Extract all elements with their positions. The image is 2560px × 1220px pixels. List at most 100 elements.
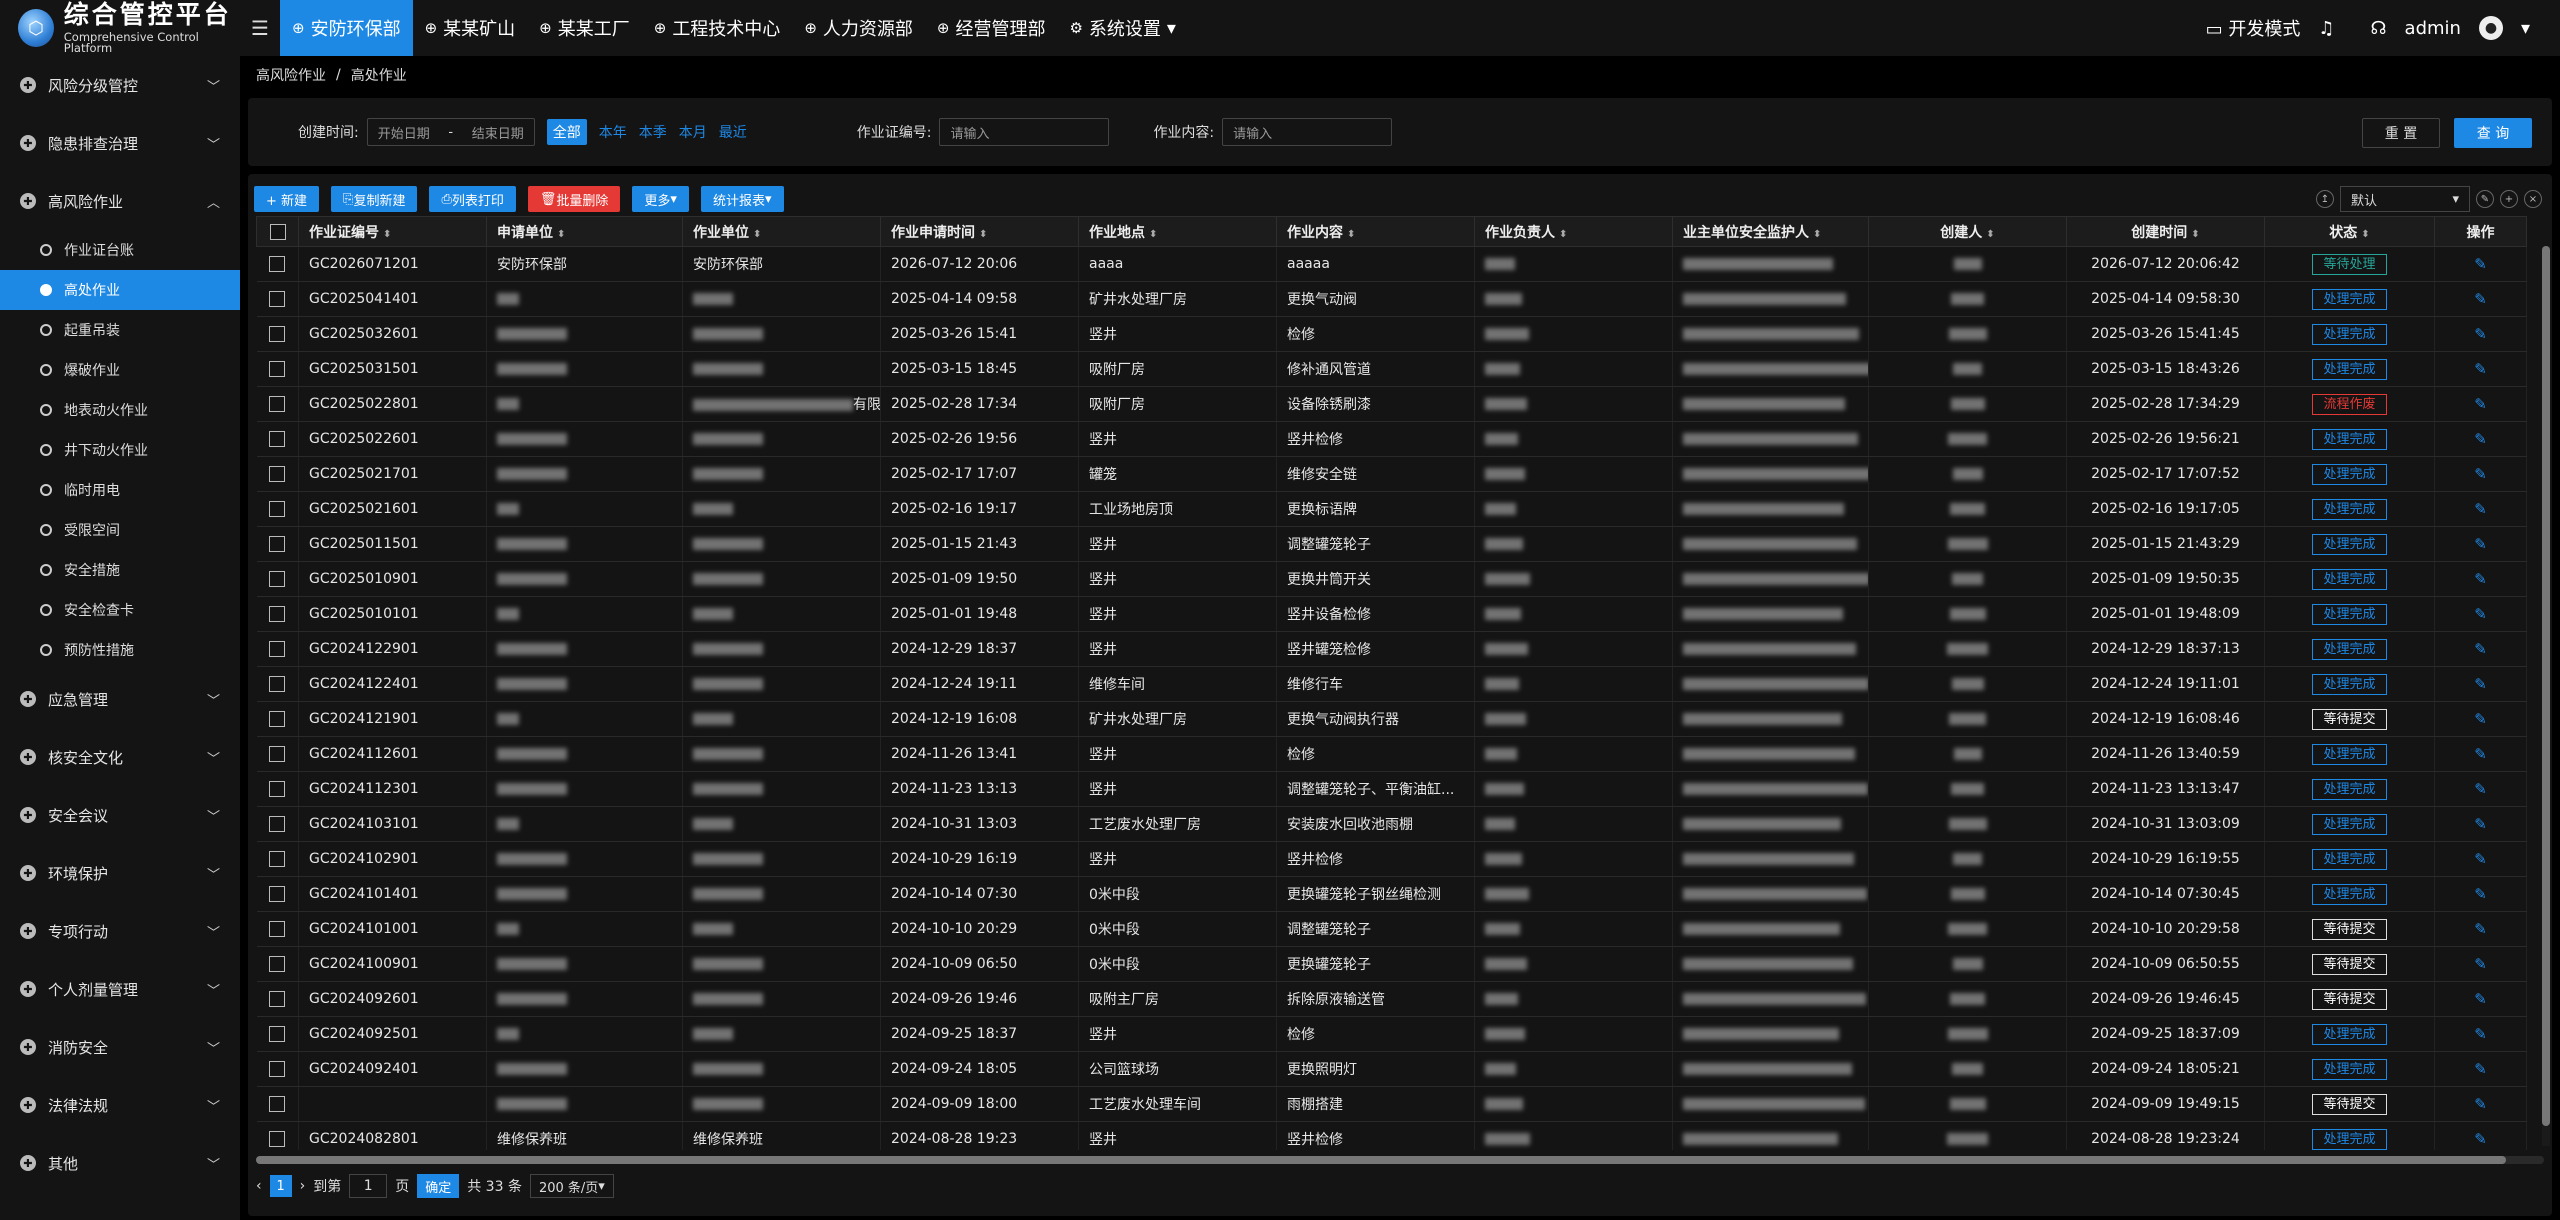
- row-checkbox-cell[interactable]: [256, 946, 299, 982]
- goto-confirm-button[interactable]: 确定: [417, 1174, 460, 1198]
- edit-icon[interactable]: ✎: [2474, 1130, 2487, 1148]
- edit-icon[interactable]: ✎: [2474, 640, 2487, 658]
- edit-icon[interactable]: ✎: [2474, 780, 2487, 798]
- sidebar-item[interactable]: ✚ 隐患排查治理 ﹀: [0, 114, 240, 172]
- goto-page-input[interactable]: 1: [349, 1174, 388, 1198]
- horizontal-scrollbar[interactable]: [256, 1156, 2544, 1164]
- edit-icon[interactable]: ✎: [2474, 990, 2487, 1008]
- table-row[interactable]: GC2024092401 2024-09-24 18:05 公司篮球场 更换照明灯 20…: [256, 1051, 2527, 1087]
- vertical-scrollbar[interactable]: [2542, 246, 2550, 1146]
- cert-no-input[interactable]: 请输入: [939, 118, 1110, 146]
- column-header[interactable]: 作业地点 ⬍: [1078, 216, 1277, 247]
- column-header[interactable]: 状态 ⬍: [2264, 216, 2435, 247]
- checkbox[interactable]: [269, 606, 286, 622]
- row-checkbox-cell[interactable]: [256, 771, 299, 807]
- sidebar-subitem[interactable]: 起重吊装: [0, 310, 240, 350]
- sort-icon[interactable]: ⬍: [557, 229, 565, 240]
- next-page-icon[interactable]: ›: [300, 1178, 306, 1194]
- table-row[interactable]: GC2025021601 2025-02-16 19:17 工业场地房顶 更换标语牌 2…: [256, 491, 2527, 527]
- sidebar-subitem[interactable]: 安全措施: [0, 550, 240, 590]
- edit-icon[interactable]: ✎: [2474, 290, 2487, 308]
- nav-item-1[interactable]: ⊕ 某某矿山: [413, 0, 528, 56]
- column-header[interactable]: 申请单位 ⬍: [486, 216, 683, 247]
- avatar[interactable]: ●: [2478, 16, 2503, 40]
- row-checkbox-cell[interactable]: [256, 1121, 299, 1150]
- edit-icon[interactable]: ✎: [2474, 675, 2487, 693]
- row-checkbox-cell[interactable]: [256, 841, 299, 877]
- sort-icon[interactable]: ⬍: [979, 229, 987, 240]
- column-header[interactable]: 作业负责人 ⬍: [1474, 216, 1673, 247]
- table-row[interactable]: GC2024122401 2024-12-24 19:11 维修车间 维修行车 2024…: [256, 666, 2527, 702]
- column-header[interactable]: 作业证编号 ⬍: [298, 216, 487, 247]
- page-size-select[interactable]: 200 条/页 ▾: [529, 1174, 614, 1198]
- view-select[interactable]: 默认 ▾: [2340, 186, 2470, 212]
- table-row[interactable]: GC2024121901 2024-12-19 16:08 矿井水处理厂房 更换气动阀…: [256, 701, 2527, 737]
- row-checkbox-cell[interactable]: [256, 1016, 299, 1052]
- table-row[interactable]: GC2024092501 2024-09-25 18:37 竖井 检修 2024-09-…: [256, 1016, 2527, 1052]
- checkbox[interactable]: [269, 886, 286, 902]
- checkbox[interactable]: [269, 223, 286, 240]
- edit-icon[interactable]: ✎: [2474, 745, 2487, 763]
- checkbox[interactable]: [269, 746, 286, 762]
- edit-icon[interactable]: ✎: [2474, 1025, 2487, 1043]
- table-row[interactable]: GC2024101001 2024-10-10 20:29 0米中段 调整罐笼轮子 20…: [256, 911, 2527, 947]
- menu-fold-icon[interactable]: ☰: [240, 0, 280, 56]
- edit-view-icon[interactable]: ✎: [2476, 190, 2494, 208]
- checkbox[interactable]: [269, 256, 286, 272]
- edit-icon[interactable]: ✎: [2474, 885, 2487, 903]
- edit-icon[interactable]: ✎: [2474, 430, 2487, 448]
- sidebar-item[interactable]: ✚ 核安全文化 ﹀: [0, 728, 240, 786]
- more-button[interactable]: 更多 ▾: [632, 186, 689, 212]
- quick-range-option[interactable]: 本年: [599, 122, 627, 142]
- sort-icon[interactable]: ⬍: [1347, 229, 1355, 240]
- checkbox[interactable]: [269, 641, 286, 657]
- column-header[interactable]: 作业单位 ⬍: [682, 216, 881, 247]
- checkbox[interactable]: [269, 851, 286, 867]
- sort-icon[interactable]: ⬍: [1813, 229, 1821, 240]
- user-name[interactable]: admin: [2405, 18, 2461, 39]
- nav-item-0[interactable]: ⊕ 安防环保部: [280, 0, 413, 56]
- query-button[interactable]: 查 询: [2454, 118, 2532, 148]
- table-row[interactable]: GC2026071201 安防环保部 安防环保部 2026-07-12 20:06 aa…: [256, 246, 2527, 282]
- edit-icon[interactable]: ✎: [2474, 395, 2487, 413]
- breadcrumb-root[interactable]: 高风险作业: [256, 65, 326, 85]
- sidebar-item[interactable]: ✚ 法律法规 ﹀: [0, 1076, 240, 1134]
- sidebar-subitem[interactable]: 安全检查卡: [0, 590, 240, 630]
- table-row[interactable]: GC2024112601 2024-11-26 13:41 竖井 检修 2024-11-…: [256, 736, 2527, 772]
- close-view-icon[interactable]: ×: [2524, 190, 2542, 208]
- checkbox[interactable]: [269, 1131, 286, 1147]
- row-checkbox-cell[interactable]: [256, 876, 299, 912]
- table-row[interactable]: GC2024122901 2024-12-29 18:37 竖井 竖井罐笼检修 2024…: [256, 631, 2527, 667]
- table-row[interactable]: GC2025031501 2025-03-15 18:45 吸附厂房 修补通风管道 20…: [256, 351, 2527, 387]
- row-checkbox-cell[interactable]: [256, 981, 299, 1017]
- edit-icon[interactable]: ✎: [2474, 360, 2487, 378]
- row-checkbox-cell[interactable]: [256, 631, 299, 667]
- row-checkbox-cell[interactable]: [256, 596, 299, 632]
- nav-item-4[interactable]: ⊕ 人力资源部: [792, 0, 925, 56]
- sort-icon[interactable]: ⬍: [753, 229, 761, 240]
- headset-icon[interactable]: ☊: [2371, 18, 2387, 39]
- prev-page-icon[interactable]: ‹: [256, 1178, 262, 1194]
- column-header[interactable]: 作业申请时间 ⬍: [880, 216, 1079, 247]
- bell-icon[interactable]: ♫: [2318, 18, 2334, 39]
- quick-range-option[interactable]: 最近: [719, 122, 747, 142]
- checkbox[interactable]: [269, 431, 286, 447]
- sidebar-subitem[interactable]: 受限空间: [0, 510, 240, 550]
- sidebar-item[interactable]: ✚ 专项行动 ﹀: [0, 902, 240, 960]
- edit-icon[interactable]: ✎: [2474, 535, 2487, 553]
- page-number[interactable]: 1: [269, 1175, 292, 1197]
- sidebar-item[interactable]: ✚ 风险分级管控 ﹀: [0, 56, 240, 114]
- quick-range-option[interactable]: 本季: [639, 122, 667, 142]
- row-checkbox-cell[interactable]: [256, 421, 299, 457]
- checkbox[interactable]: [269, 466, 286, 482]
- chevron-down-icon[interactable]: ▾: [2521, 18, 2530, 39]
- checkbox[interactable]: [269, 781, 286, 797]
- edit-icon[interactable]: ✎: [2474, 1060, 2487, 1078]
- table-row[interactable]: GC2025021701 2025-02-17 17:07 罐笼 维修安全链 2025-…: [256, 456, 2527, 492]
- date-range-picker[interactable]: 开始日期 - 结束日期: [366, 118, 535, 146]
- table-row[interactable]: GC2025011501 2025-01-15 21:43 竖井 调整罐笼轮子 2025…: [256, 526, 2527, 562]
- row-checkbox-cell[interactable]: [256, 351, 299, 387]
- row-checkbox-cell[interactable]: [256, 316, 299, 352]
- edit-icon[interactable]: ✎: [2474, 255, 2487, 273]
- sidebar-item[interactable]: ✚ 消防安全 ﹀: [0, 1018, 240, 1076]
